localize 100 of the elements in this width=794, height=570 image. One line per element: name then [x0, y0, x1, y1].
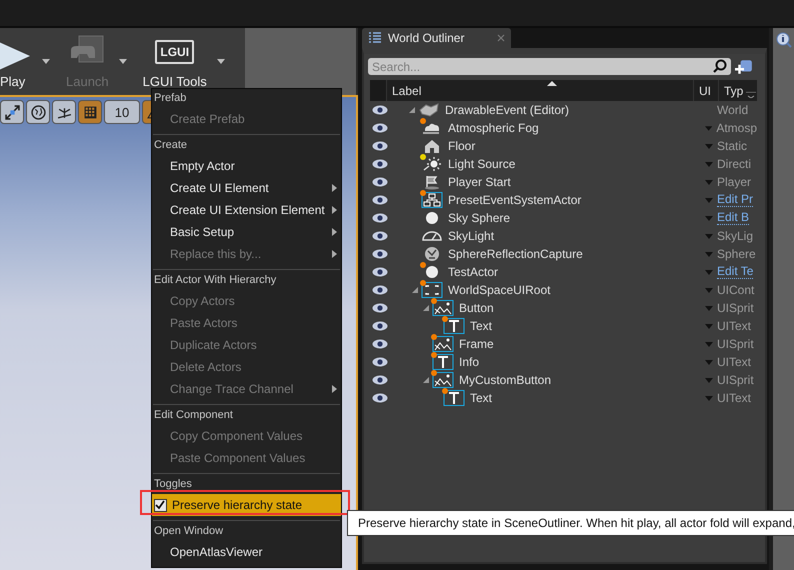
column-menu-icon[interactable]: [746, 92, 756, 98]
toolbar-button[interactable]: Play: [0, 30, 36, 92]
actor-label[interactable]: Button: [459, 301, 494, 315]
actor-label[interactable]: WorldSpaceUIRoot: [448, 283, 550, 297]
actor-label[interactable]: PresetEventSystemActor: [448, 193, 582, 207]
globe-button[interactable]: [26, 100, 50, 124]
sun-icon: [421, 156, 443, 172]
type-label: UISprit: [717, 301, 754, 315]
type-label: UISprit: [717, 337, 754, 351]
actor-label[interactable]: TestActor: [448, 265, 498, 279]
eye-icon[interactable]: [372, 213, 388, 223]
image-icon: [432, 336, 454, 352]
image-icon: [432, 372, 454, 388]
actor-label[interactable]: Player Start: [448, 175, 511, 189]
menu-section-heading: Edit Component: [153, 408, 234, 423]
actor-label[interactable]: Info: [459, 355, 480, 369]
search-field[interactable]: Search...: [368, 58, 731, 75]
actor-label[interactable]: Sky Sphere: [448, 211, 510, 225]
column-header[interactable]: Typ: [718, 80, 757, 101]
submenu-arrow-icon: [332, 206, 337, 214]
text-icon: [443, 318, 465, 334]
list-icon: [368, 32, 382, 44]
menu-toggle-item[interactable]: Preserve hierarchy state: [152, 494, 341, 516]
logo-icon: LGUI: [155, 40, 194, 64]
maximize-button[interactable]: [0, 100, 24, 124]
eye-icon[interactable]: [372, 321, 388, 331]
eye-icon[interactable]: [372, 231, 388, 241]
menu-section-heading: Edit Actor With Hierarchy: [153, 273, 278, 288]
column-header[interactable]: Label: [386, 80, 693, 101]
actor-label[interactable]: Floor: [448, 139, 476, 153]
menu-item[interactable]: Create UI Extension Element: [152, 199, 341, 221]
eye-icon[interactable]: [372, 393, 388, 403]
type-label: Sphere: [717, 247, 756, 261]
caret-icon[interactable]: [216, 59, 225, 64]
type-label: Player: [717, 175, 752, 189]
actor-label[interactable]: SphereReflectionCapture: [448, 247, 583, 261]
collapse-arrow-icon[interactable]: [411, 286, 419, 294]
type-label: UIText: [717, 391, 752, 405]
hierarchy-icon: [421, 192, 443, 208]
text-icon: [443, 390, 465, 406]
menu-section-heading: Open Window: [153, 524, 224, 539]
tab-title: World Outliner: [388, 31, 464, 45]
eye-icon[interactable]: [372, 339, 388, 349]
actor-label[interactable]: SkyLight: [448, 229, 494, 243]
eye-icon[interactable]: [372, 285, 388, 295]
actor-label[interactable]: Frame: [459, 337, 494, 351]
close-icon[interactable]: [497, 34, 505, 42]
eye-icon[interactable]: [372, 267, 388, 277]
actor-label[interactable]: Light Source: [448, 157, 516, 171]
expand-arrows-icon: [4, 104, 20, 120]
edit-blueprint-link[interactable]: Edit Pr: [717, 193, 754, 207]
eye-icon[interactable]: [372, 123, 388, 133]
grid-size-dropdown[interactable]: 10: [104, 100, 140, 124]
menu-section-heading: Create: [153, 138, 188, 153]
eye-icon[interactable]: [372, 105, 388, 115]
submenu-arrow-icon: [332, 184, 337, 192]
edit-blueprint-link[interactable]: Edit Te: [717, 265, 754, 279]
caret-icon[interactable]: [42, 59, 50, 64]
actor-label[interactable]: Atmospheric Fog: [448, 121, 539, 135]
type-label: World: [717, 103, 748, 117]
edit-blueprint-link[interactable]: Edit B: [717, 211, 750, 225]
info-search-icon[interactable]: [776, 32, 792, 48]
type-label: UICont: [717, 283, 754, 297]
eye-icon[interactable]: [372, 249, 388, 259]
collapse-arrow-icon[interactable]: [422, 304, 430, 312]
checkbox[interactable]: [154, 498, 167, 512]
type-label: Static: [717, 139, 748, 153]
world-icon: [418, 102, 440, 118]
eye-icon[interactable]: [372, 375, 388, 385]
menu-section-heading: Prefab: [153, 91, 188, 106]
collapse-arrow-icon[interactable]: [408, 106, 416, 114]
menu-item[interactable]: Create UI Element: [152, 177, 341, 199]
image-icon: [432, 300, 454, 316]
eye-icon[interactable]: [372, 303, 388, 313]
panel-tab[interactable]: World Outliner: [362, 28, 511, 48]
menu-item[interactable]: Basic Setup: [152, 221, 341, 243]
type-label: Directi: [717, 157, 752, 171]
eye-icon[interactable]: [372, 195, 388, 205]
type-label: SkyLig: [717, 229, 754, 243]
submenu-arrow-icon: [332, 228, 337, 236]
column-header[interactable]: UI: [693, 80, 718, 101]
submenu-arrow-icon: [332, 250, 337, 258]
menu-item[interactable]: Empty Actor: [152, 155, 341, 177]
add-folder-icon[interactable]: [735, 58, 753, 74]
menu-item[interactable]: OpenAtlasViewer: [152, 541, 341, 563]
actor-label[interactable]: MyCustomButton: [459, 373, 552, 387]
type-label: Atmosp: [716, 121, 757, 135]
collapse-arrow-icon[interactable]: [422, 376, 430, 384]
actor-label[interactable]: Text: [470, 319, 492, 333]
grid-icon: [82, 104, 98, 120]
surface-snap-button[interactable]: [52, 100, 76, 124]
eye-icon[interactable]: [372, 357, 388, 367]
caret-icon[interactable]: [118, 59, 127, 64]
eye-icon[interactable]: [372, 159, 388, 169]
search-icon: [713, 59, 727, 73]
actor-label[interactable]: Text: [470, 391, 492, 405]
grid-snap-button[interactable]: [78, 100, 102, 124]
actor-label[interactable]: DrawableEvent (Editor): [445, 103, 570, 117]
eye-icon[interactable]: [372, 177, 388, 187]
eye-icon[interactable]: [372, 141, 388, 151]
